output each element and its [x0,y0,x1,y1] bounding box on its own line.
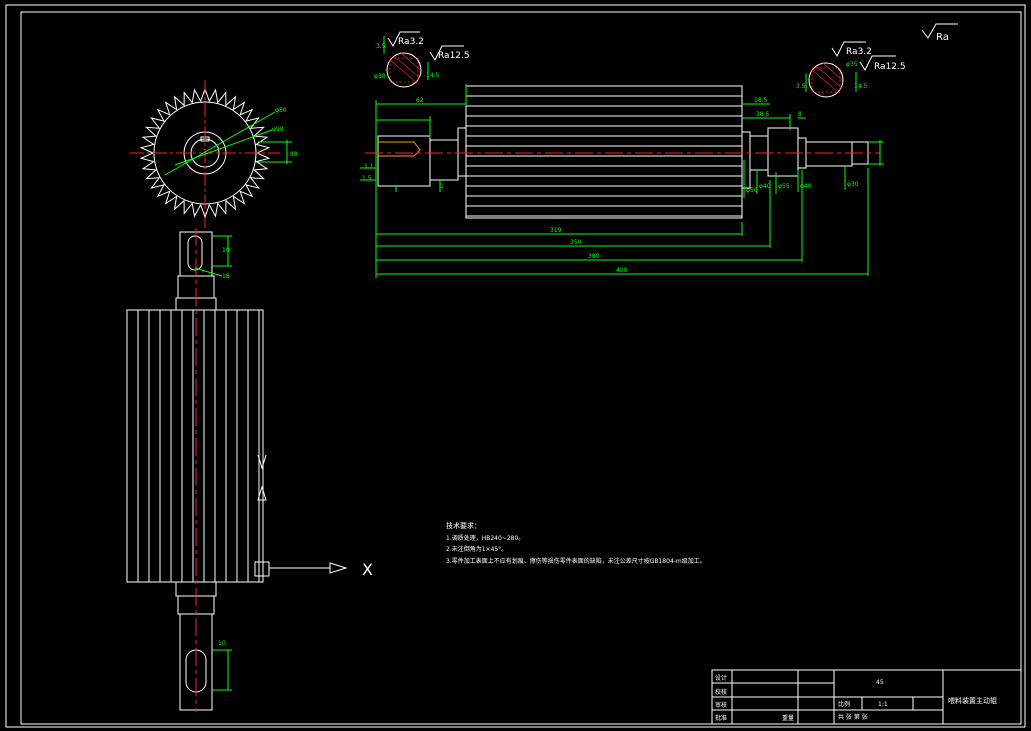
upper-key-dim: 10 [222,247,230,254]
upper-shaft-dim: 18 [222,273,230,280]
vertical-dim-5: φ30 [847,181,859,188]
scale-value: 1:1 [878,701,888,708]
svg-text:批准: 批准 [715,714,727,722]
material-value: 45 [876,679,884,686]
view-arrow-label: X [362,560,373,579]
top-dim-2: 18.5 [754,97,768,104]
vertical-dim-2: φ40 [759,183,771,190]
drawing-title: 喂料装置主动辊 [948,696,997,705]
technical-notes: 技术要求： 1.调质处理，HB240~280。 2.未注倒角为1×45°。 3.… [446,521,706,565]
svg-text:φ30: φ30 [374,73,386,80]
right-roughness-2: Ra12.5 [874,62,906,72]
roller-side-feature [254,561,270,577]
roller-body [126,309,264,583]
left-roughness-1: Ra3.2 [398,37,424,47]
lower-key-dim: 10 [218,640,226,647]
drawing-frame [5,4,1026,728]
general-roughness-label: Ra [936,32,949,43]
notes-line-3: 3.零件加工表面上不应有划痕、擦伤等损伤零件表面的缺陷，未注公差尺寸按GB180… [446,557,706,565]
svg-text:设计: 设计 [715,674,727,682]
vertical-roller-view [126,231,270,711]
gear-view: φ80 φ98 88 [130,80,298,228]
svg-text:审核: 审核 [715,701,727,709]
right-keyway-section: 3.5 φ35 14.5 Ra3.2 Ra12.5 [796,41,906,98]
horizontal-roller-view [377,85,869,219]
vertical-dim-3: φ55 [778,183,790,190]
svg-text:3.5: 3.5 [376,43,386,50]
left-keyway-section: 3.5 φ30 14.5 Ra3.2 Ra12.5 [374,31,470,88]
left-shaft-end [377,135,431,187]
svg-text:φ35: φ35 [846,61,858,68]
right-shaft-end [805,141,853,167]
notes-line-2: 2.未注倒角为1×45°。 [446,545,507,553]
small-dim-3: 1 [440,183,444,190]
cad-viewport[interactable]: Ra φ80 φ98 88 10 18 10 X 3.5 φ30 14.5 Ra… [0,0,1031,731]
svg-text:重量: 重量 [782,714,794,722]
left-roughness-2: Ra12.5 [438,51,470,61]
small-dim-1: 1.1 [364,163,374,170]
right-roughness-1: Ra3.2 [846,47,872,57]
cad-drawing-canvas[interactable]: Ra φ80 φ98 88 10 18 10 X 3.5 φ30 14.5 Ra… [0,0,1031,731]
main-roller-flutes [466,95,742,217]
svg-text:3.5: 3.5 [796,83,806,90]
top-dim-3: 38.5 [756,111,770,118]
svg-text:比例: 比例 [838,700,850,708]
main-view-dimensions [360,84,884,278]
small-dim-2: 1.5 [362,175,372,182]
roller-flutes [137,310,260,582]
gear-dim-2: φ98 [272,126,284,133]
length-dim-2: 350 [570,239,582,246]
length-dim-3: 380 [588,253,600,260]
svg-text:14.5: 14.5 [426,72,440,79]
vertical-dim-4: φ40 [800,183,812,190]
vertical-dim-1: φ50 [746,187,758,194]
gear-dim-3: 88 [290,151,298,158]
title-block-text: 设计 校核 审核 批准 重量 45 比例 1:1 共 张 第 张 喂料装置主动辊 [715,674,997,722]
notes-title: 技术要求： [446,521,481,530]
svg-text:14.5: 14.5 [854,83,868,90]
top-dim-1: 62 [416,97,424,104]
general-roughness-symbol: Ra [921,23,958,43]
length-dim-1: 319 [550,227,562,234]
view-arrow: X [257,454,373,579]
notes-line-1: 1.调质处理，HB240~280。 [446,534,524,542]
length-dim-4: 400 [616,267,628,274]
svg-text:校核: 校核 [715,688,727,696]
gear-dim-1: φ80 [275,107,287,114]
top-dim-4: 8 [798,111,802,118]
sheet-info: 共 张 第 张 [838,713,868,721]
